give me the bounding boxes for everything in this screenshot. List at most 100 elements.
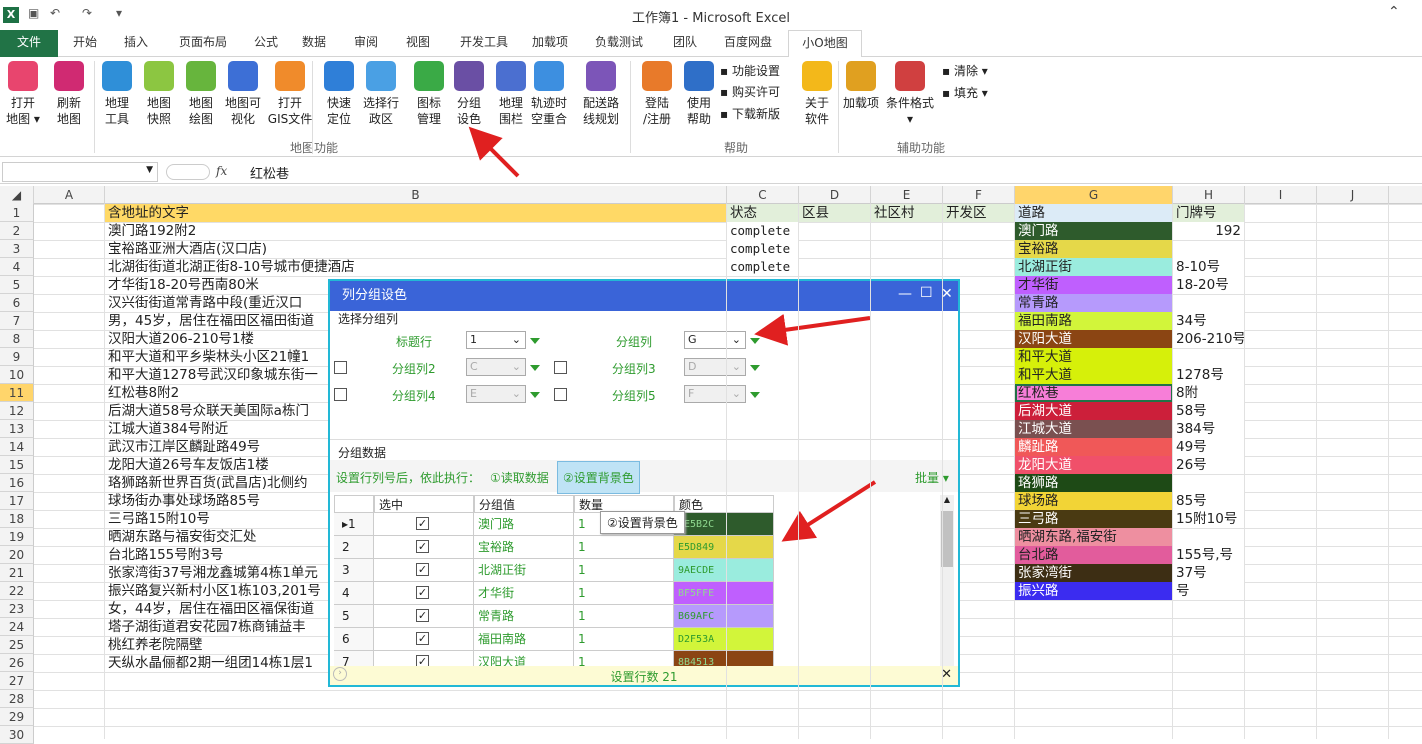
- table-cell-count[interactable]: 1: [574, 536, 674, 559]
- row-header-23[interactable]: 23: [0, 600, 34, 618]
- group-col-arrow-icon[interactable]: [750, 338, 760, 344]
- table-cell-color[interactable]: 9AECDE: [674, 559, 774, 582]
- group5-select[interactable]: F ⌄: [684, 385, 746, 403]
- cell-B2[interactable]: 澳门路192附2: [105, 222, 1105, 240]
- table-header-0[interactable]: 选中: [374, 495, 474, 513]
- group5-arrow-icon[interactable]: [750, 392, 760, 398]
- ribbon-button-8[interactable]: 选择行 政区: [360, 61, 402, 127]
- ribbon-button-1[interactable]: 刷新 地图: [48, 61, 90, 127]
- cell-H8[interactable]: 206-210号: [1173, 330, 1245, 348]
- cell-E1[interactable]: 社区村: [871, 204, 943, 222]
- ribbon-button-7[interactable]: 快速 定位: [318, 61, 360, 127]
- ribbon-small-button-1[interactable]: ▪ 购买许可: [720, 83, 780, 100]
- row-header-19[interactable]: 19: [0, 528, 34, 546]
- cell-F1[interactable]: 开发区: [943, 204, 1015, 222]
- table-cell-color[interactable]: D2F53A: [674, 628, 774, 651]
- tab-2[interactable]: 插入: [110, 30, 162, 57]
- ribbon-button-2[interactable]: 地理 工具: [96, 61, 138, 127]
- ribbon-small-button-4[interactable]: ▪ 填充 ▾: [942, 84, 988, 101]
- cell-C3[interactable]: complete: [727, 240, 799, 258]
- cell-H22[interactable]: 号: [1173, 582, 1245, 600]
- table-row-checkbox[interactable]: ✓: [416, 609, 429, 622]
- cell-G19[interactable]: 晒湖东路,福安街: [1015, 528, 1173, 546]
- group3-arrow-icon[interactable]: [750, 365, 760, 371]
- column-header-G[interactable]: G: [1015, 186, 1173, 204]
- table-cell-group-value[interactable]: 汉阳大道: [474, 651, 574, 667]
- table-cell-group-value[interactable]: 常青路: [474, 605, 574, 628]
- cell-G17[interactable]: 球场路: [1015, 492, 1173, 510]
- ribbon-small-button-0[interactable]: ▪ 功能设置: [720, 62, 780, 79]
- ribbon-collapse-icon[interactable]: ⌃: [1388, 4, 1400, 20]
- column-header-D[interactable]: D: [799, 186, 871, 204]
- table-row-checkbox[interactable]: ✓: [416, 540, 429, 553]
- tab-12[interactable]: 百度网盘: [708, 30, 788, 57]
- ribbon-button-12[interactable]: 轨迹时 空重合: [528, 61, 570, 127]
- ribbon-button-5[interactable]: 地图可 视化: [222, 61, 264, 127]
- cell-H17[interactable]: 85号: [1173, 492, 1245, 510]
- table-row-checkbox[interactable]: ✓: [416, 563, 429, 576]
- row-header-4[interactable]: 4: [0, 258, 34, 276]
- ribbon-button-11[interactable]: 地理 围栏: [490, 61, 532, 127]
- group4-select[interactable]: E ⌄: [466, 385, 526, 403]
- row-header-8[interactable]: 8: [0, 330, 34, 348]
- row-header-27[interactable]: 27: [0, 672, 34, 690]
- cell-G21[interactable]: 张家湾街: [1015, 564, 1173, 582]
- cell-H14[interactable]: 49号: [1173, 438, 1245, 456]
- row-header-5[interactable]: 5: [0, 276, 34, 294]
- row-header-29[interactable]: 29: [0, 708, 34, 726]
- row-header-16[interactable]: 16: [0, 474, 34, 492]
- formula-cancel-enter[interactable]: [166, 164, 210, 180]
- ribbon-small-button-2[interactable]: ▪ 下载新版: [720, 105, 780, 122]
- tab-9[interactable]: 加载项: [524, 30, 576, 57]
- ribbon-button-17[interactable]: 加载项: [840, 61, 882, 111]
- cell-G16[interactable]: 珞狮路: [1015, 474, 1173, 492]
- row-header-22[interactable]: 22: [0, 582, 34, 600]
- row-header-15[interactable]: 15: [0, 456, 34, 474]
- table-row-checkbox[interactable]: ✓: [416, 517, 429, 530]
- cell-G14[interactable]: 麟趾路: [1015, 438, 1173, 456]
- cell-G15[interactable]: 龙阳大道: [1015, 456, 1173, 474]
- cell-H13[interactable]: 384号: [1173, 420, 1245, 438]
- ribbon-button-4[interactable]: 地图 绘图: [180, 61, 222, 127]
- cell-H1[interactable]: 门牌号: [1173, 204, 1245, 222]
- cell-H5[interactable]: 18-20号: [1173, 276, 1245, 294]
- tab-7[interactable]: 视图: [392, 30, 444, 57]
- ribbon-button-15[interactable]: 使用 帮助: [678, 61, 720, 127]
- row-header-28[interactable]: 28: [0, 690, 34, 708]
- table-row-checkbox[interactable]: ✓: [416, 586, 429, 599]
- row-header-6[interactable]: 6: [0, 294, 34, 312]
- cell-H20[interactable]: 155号,号: [1173, 546, 1245, 564]
- cell-G18[interactable]: 三弓路: [1015, 510, 1173, 528]
- tab-11[interactable]: 团队: [662, 30, 708, 57]
- tab-5[interactable]: 数据: [288, 30, 340, 57]
- tab-3[interactable]: 页面布局: [162, 30, 244, 57]
- row-header-18[interactable]: 18: [0, 510, 34, 528]
- ribbon-button-3[interactable]: 地图 快照: [138, 61, 180, 127]
- cell-G11[interactable]: 红松巷: [1015, 384, 1173, 402]
- cell-G8[interactable]: 汉阳大道: [1015, 330, 1173, 348]
- tab-8[interactable]: 开发工具: [444, 30, 524, 57]
- group5-checkbox[interactable]: [554, 388, 567, 401]
- column-header-J[interactable]: J: [1317, 186, 1389, 204]
- table-cell-count[interactable]: 1: [574, 628, 674, 651]
- cell-G10[interactable]: 和平大道: [1015, 366, 1173, 384]
- cell-G1[interactable]: 道路: [1015, 204, 1173, 222]
- cell-G9[interactable]: 和平大道: [1015, 348, 1173, 366]
- batch-menu-button[interactable]: 批量 ▾: [915, 469, 949, 486]
- row-header-26[interactable]: 26: [0, 654, 34, 672]
- table-header-3[interactable]: 颜色: [674, 495, 774, 513]
- table-cell-color[interactable]: 8B4513: [674, 651, 774, 667]
- group2-arrow-icon[interactable]: [530, 365, 540, 371]
- row-header-7[interactable]: 7: [0, 312, 34, 330]
- row-header-20[interactable]: 20: [0, 546, 34, 564]
- row-header-21[interactable]: 21: [0, 564, 34, 582]
- column-header-A[interactable]: A: [34, 186, 105, 204]
- cell-H21[interactable]: 37号: [1173, 564, 1245, 582]
- cell-B1[interactable]: 含地址的文字: [105, 204, 727, 222]
- cell-H2[interactable]: 192: [1173, 222, 1245, 240]
- select-all-corner[interactable]: ◢: [0, 186, 34, 204]
- cell-G12[interactable]: 后湖大道: [1015, 402, 1173, 420]
- cell-G22[interactable]: 振兴路: [1015, 582, 1173, 600]
- header-row-select[interactable]: 1 ⌄: [466, 331, 526, 349]
- table-cell-group-value[interactable]: 北湖正街: [474, 559, 574, 582]
